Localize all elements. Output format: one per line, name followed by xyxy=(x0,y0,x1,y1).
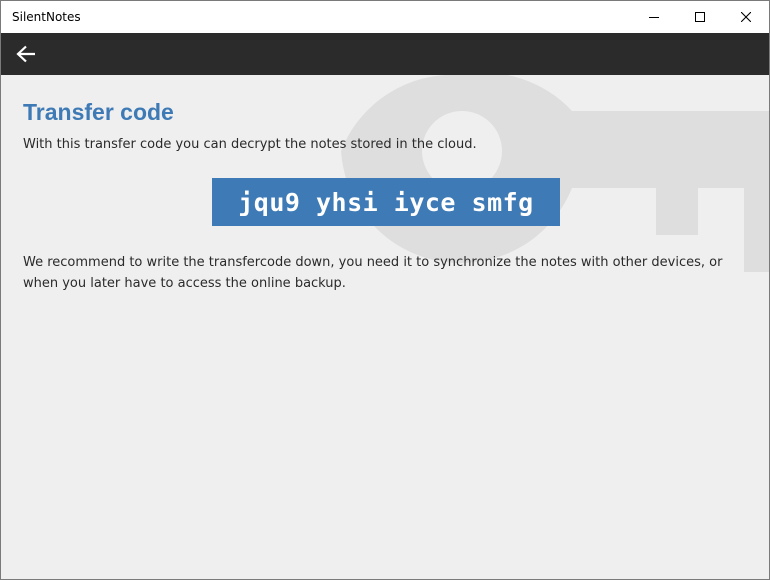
maximize-icon xyxy=(695,12,705,22)
app-window: SilentNotes Transfer code With this tran… xyxy=(0,0,770,580)
close-icon xyxy=(741,12,751,22)
back-button[interactable] xyxy=(9,39,43,69)
transfer-code-panel: Transfer code With this transfer code yo… xyxy=(23,97,753,291)
title-bar: SilentNotes xyxy=(1,1,769,33)
recommendation-text: We recommend to write the transfercode d… xyxy=(23,255,723,291)
window-title: SilentNotes xyxy=(12,10,81,24)
maximize-button[interactable] xyxy=(677,1,723,33)
minimize-icon xyxy=(649,17,659,18)
arrow-left-icon xyxy=(16,45,35,63)
transfer-code-value: jqu9 yhsi iyce smfg xyxy=(238,187,534,217)
close-button[interactable] xyxy=(723,1,769,33)
minimize-button[interactable] xyxy=(631,1,677,33)
page-title: Transfer code xyxy=(23,99,174,125)
app-toolbar xyxy=(1,33,769,75)
intro-text: With this transfer code you can decrypt … xyxy=(23,137,477,152)
transfer-code-box: jqu9 yhsi iyce smfg xyxy=(212,178,560,226)
